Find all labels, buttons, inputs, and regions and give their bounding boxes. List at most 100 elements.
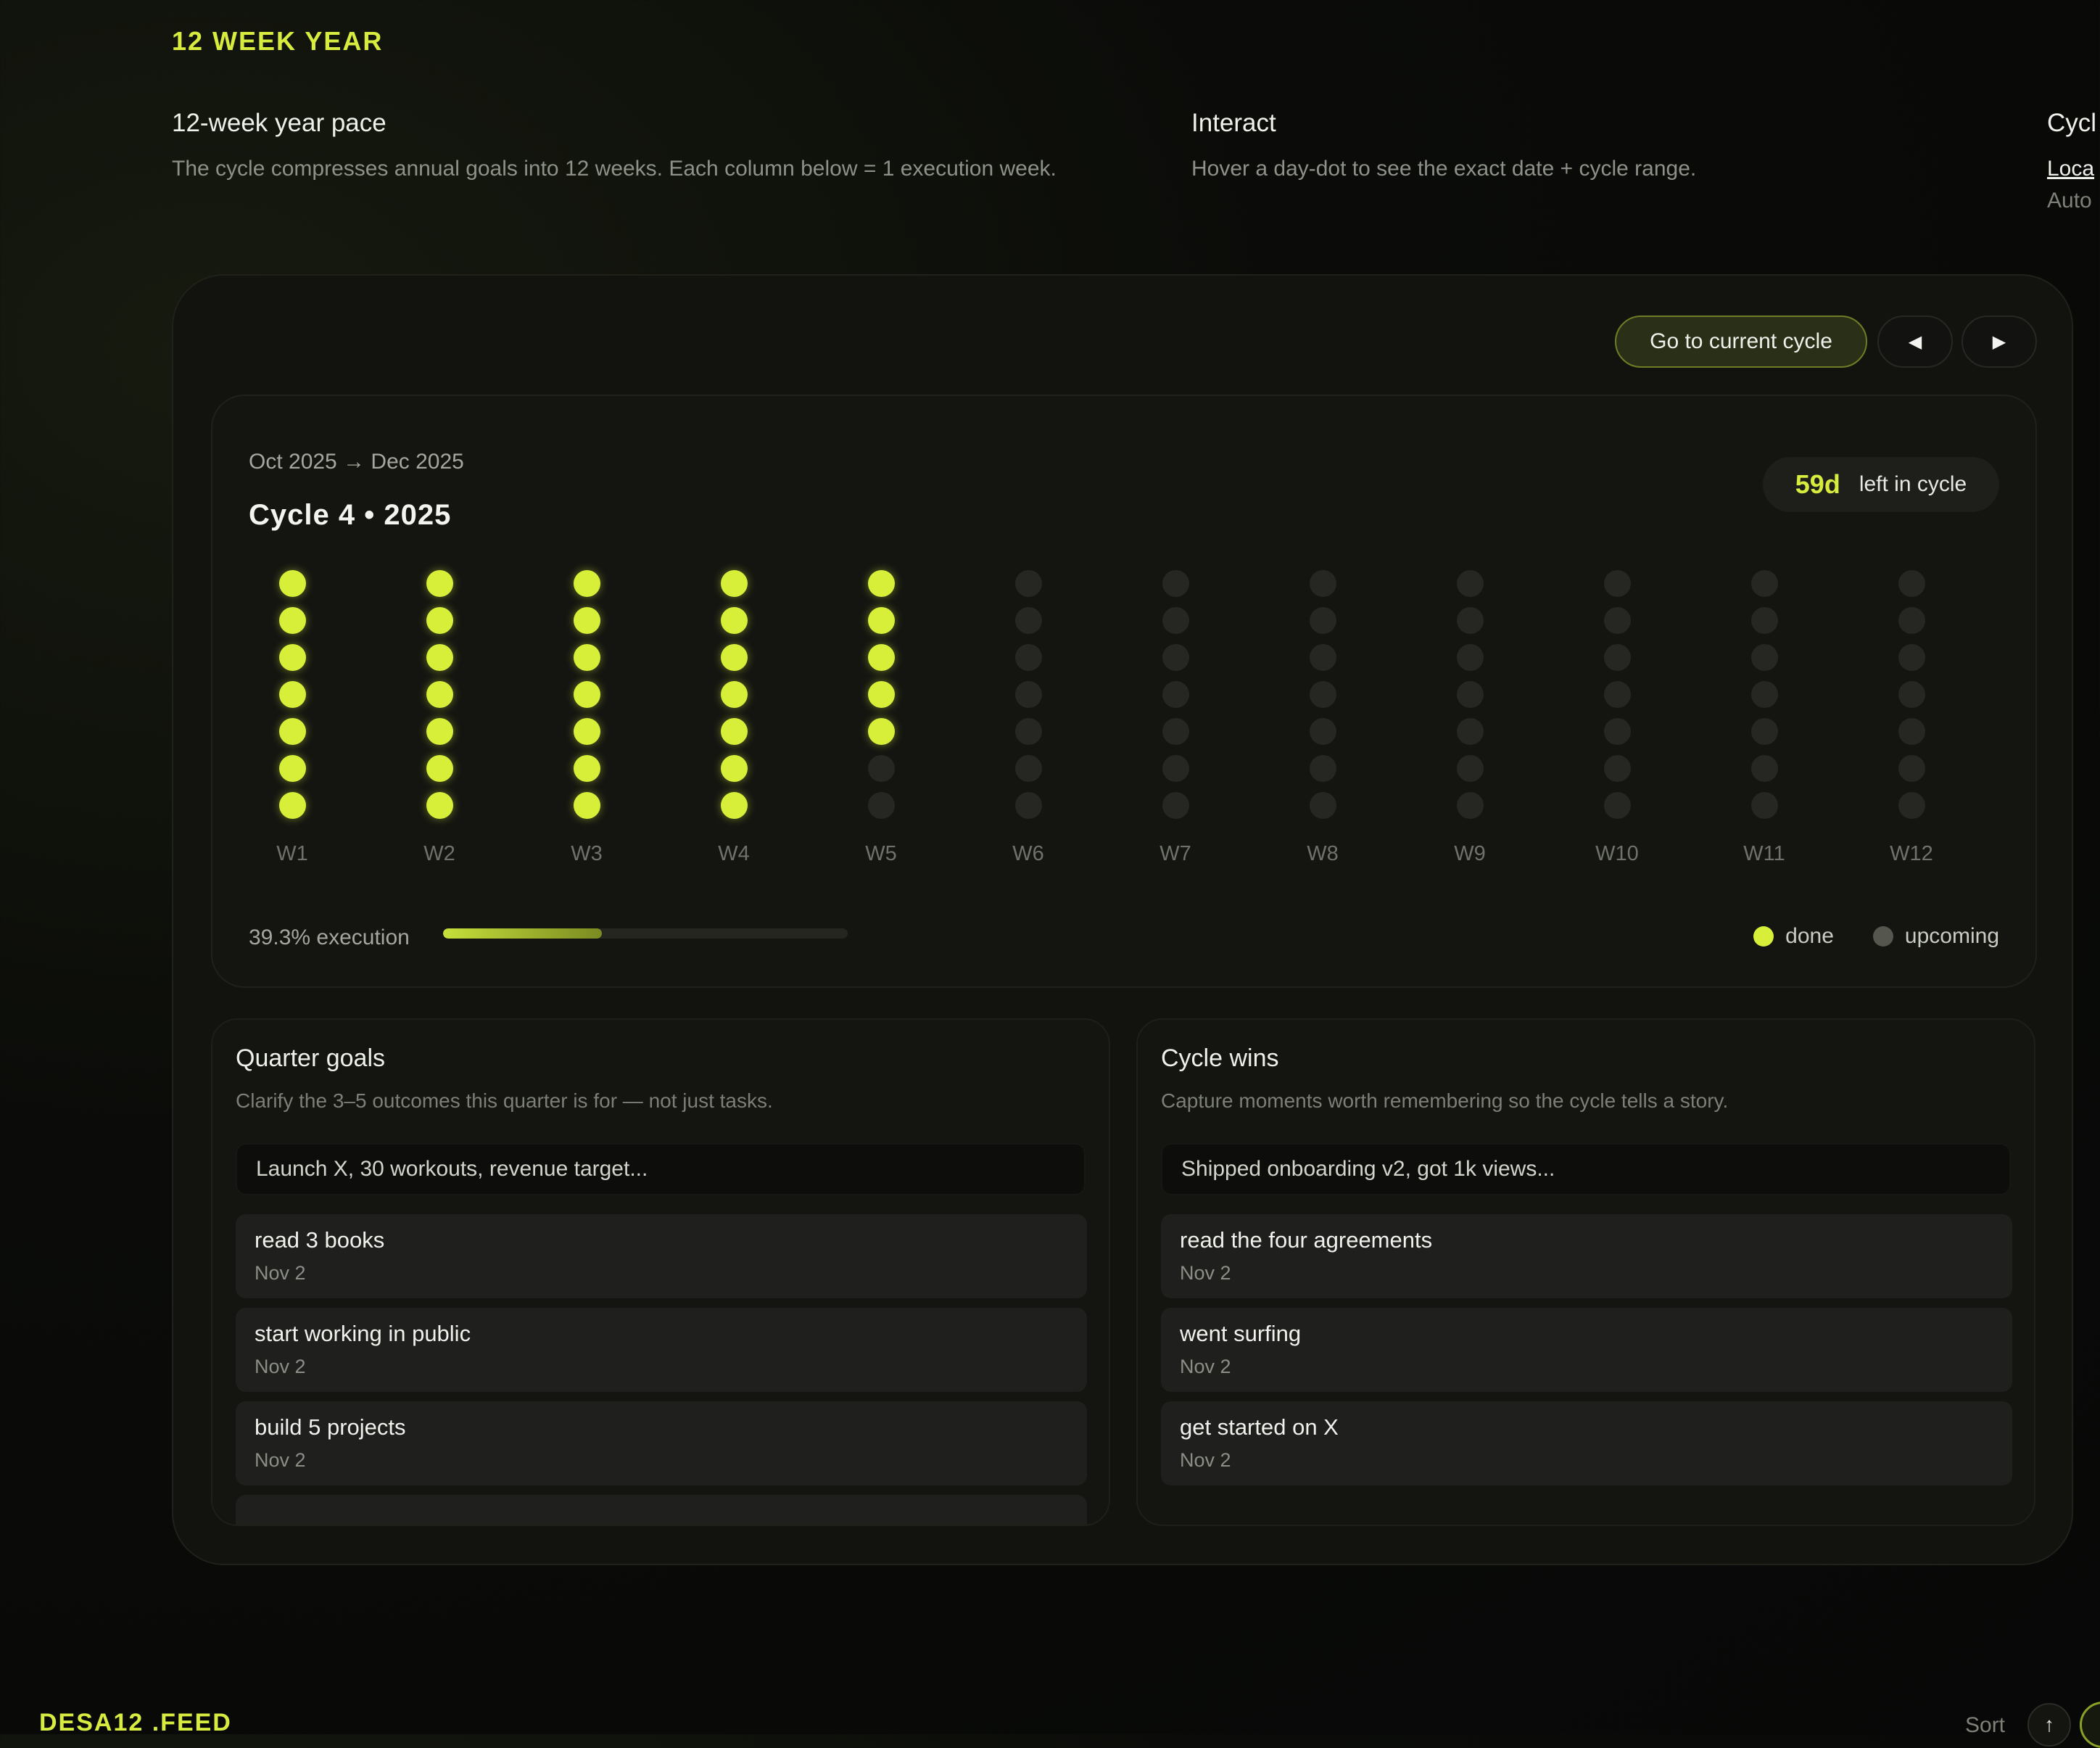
day-dot-upcoming[interactable] [1750, 681, 1778, 708]
day-dot-upcoming[interactable] [1456, 570, 1484, 597]
day-dot-upcoming[interactable] [867, 792, 895, 819]
day-dot-done[interactable] [720, 718, 748, 745]
day-dot-upcoming[interactable] [1898, 570, 1925, 597]
day-dot-done[interactable] [426, 607, 453, 634]
day-dot-upcoming[interactable] [1014, 607, 1042, 634]
day-dot-done[interactable] [720, 792, 748, 819]
go-to-current-cycle-button[interactable]: Go to current cycle [1615, 316, 1867, 368]
day-dot-done[interactable] [426, 570, 453, 597]
day-dot-done[interactable] [720, 644, 748, 671]
next-cycle-button[interactable]: ▶ [1961, 316, 2037, 368]
day-dot-done[interactable] [720, 607, 748, 634]
day-dot-upcoming[interactable] [1603, 644, 1631, 671]
day-dot-upcoming[interactable] [1309, 755, 1336, 782]
day-dot-done[interactable] [720, 755, 748, 782]
day-dot-done[interactable] [573, 681, 600, 708]
win-item[interactable]: went surfing Nov 2 [1161, 1308, 2012, 1392]
day-dot-done[interactable] [426, 644, 453, 671]
day-dot-done[interactable] [573, 755, 600, 782]
win-item[interactable]: read the four agreements Nov 2 [1161, 1214, 2012, 1298]
day-dot-done[interactable] [278, 755, 306, 782]
day-dot-upcoming[interactable] [1456, 792, 1484, 819]
day-dot-upcoming[interactable] [1898, 644, 1925, 671]
day-dot-upcoming[interactable] [1309, 570, 1336, 597]
previous-cycle-button[interactable]: ◀ [1877, 316, 1953, 368]
day-dot-upcoming[interactable] [1603, 681, 1631, 708]
day-dot-upcoming[interactable] [1014, 681, 1042, 708]
day-dot-done[interactable] [278, 718, 306, 745]
day-dot-upcoming[interactable] [1014, 570, 1042, 597]
day-dot-done[interactable] [426, 792, 453, 819]
goal-item[interactable]: build 5 projects Nov 2 [236, 1401, 1087, 1485]
day-dot-upcoming[interactable] [1750, 570, 1778, 597]
goal-item[interactable]: start working in public Nov 2 [236, 1308, 1087, 1392]
day-dot-upcoming[interactable] [1162, 607, 1189, 634]
day-dot-upcoming[interactable] [1162, 681, 1189, 708]
day-dot-done[interactable] [278, 792, 306, 819]
day-dot-upcoming[interactable] [1309, 644, 1336, 671]
day-dot-done[interactable] [573, 570, 600, 597]
day-dot-done[interactable] [573, 644, 600, 671]
day-dot-done[interactable] [720, 681, 748, 708]
day-dot-upcoming[interactable] [1309, 718, 1336, 745]
day-dot-done[interactable] [720, 570, 748, 597]
day-dot-done[interactable] [426, 718, 453, 745]
day-dot-upcoming[interactable] [1750, 755, 1778, 782]
day-dot-done[interactable] [573, 792, 600, 819]
day-dot-done[interactable] [426, 755, 453, 782]
day-dot-upcoming[interactable] [1014, 792, 1042, 819]
day-dot-upcoming[interactable] [1309, 607, 1336, 634]
day-dot-upcoming[interactable] [1898, 681, 1925, 708]
day-dot-done[interactable] [867, 681, 895, 708]
day-dot-upcoming[interactable] [1162, 755, 1189, 782]
day-dot-upcoming[interactable] [1603, 755, 1631, 782]
day-dot-upcoming[interactable] [1456, 644, 1484, 671]
day-dot-upcoming[interactable] [1603, 607, 1631, 634]
win-item[interactable]: get started on X Nov 2 [1161, 1401, 2012, 1485]
day-dot-upcoming[interactable] [1309, 792, 1336, 819]
week-label: W9 [1454, 842, 1486, 865]
day-dot-upcoming[interactable] [1014, 755, 1042, 782]
day-dot-upcoming[interactable] [1603, 792, 1631, 819]
sort-button[interactable]: ↑ [2027, 1703, 2071, 1747]
day-dot-done[interactable] [278, 607, 306, 634]
day-dot-upcoming[interactable] [1603, 570, 1631, 597]
day-dot-upcoming[interactable] [1014, 718, 1042, 745]
day-dot-upcoming[interactable] [1456, 755, 1484, 782]
day-dot-upcoming[interactable] [1898, 792, 1925, 819]
goal-item-partial[interactable] [236, 1495, 1087, 1525]
day-dot-upcoming[interactable] [1309, 681, 1336, 708]
day-dot-upcoming[interactable] [1162, 718, 1189, 745]
cycle-win-input[interactable] [1161, 1143, 2011, 1195]
quarter-goal-input[interactable] [236, 1143, 1086, 1195]
day-dot-upcoming[interactable] [1750, 792, 1778, 819]
info-cycle-link[interactable]: Loca [2047, 157, 2096, 181]
day-dot-upcoming[interactable] [867, 755, 895, 782]
day-dot-done[interactable] [426, 681, 453, 708]
day-dot-upcoming[interactable] [1898, 607, 1925, 634]
day-dot-upcoming[interactable] [1750, 718, 1778, 745]
day-dot-upcoming[interactable] [1898, 718, 1925, 745]
day-dot-done[interactable] [278, 644, 306, 671]
day-dot-upcoming[interactable] [1750, 607, 1778, 634]
day-dot-upcoming[interactable] [1456, 681, 1484, 708]
accent-action-button[interactable] [2080, 1702, 2100, 1748]
day-dot-done[interactable] [278, 681, 306, 708]
day-dot-upcoming[interactable] [1014, 644, 1042, 671]
day-dot-upcoming[interactable] [1456, 607, 1484, 634]
day-dot-done[interactable] [867, 570, 895, 597]
day-dot-upcoming[interactable] [1162, 644, 1189, 671]
day-dot-upcoming[interactable] [1750, 644, 1778, 671]
goal-item[interactable]: read 3 books Nov 2 [236, 1214, 1087, 1298]
day-dot-done[interactable] [867, 644, 895, 671]
day-dot-done[interactable] [573, 718, 600, 745]
day-dot-done[interactable] [867, 718, 895, 745]
day-dot-done[interactable] [867, 607, 895, 634]
day-dot-upcoming[interactable] [1898, 755, 1925, 782]
day-dot-upcoming[interactable] [1162, 570, 1189, 597]
day-dot-upcoming[interactable] [1162, 792, 1189, 819]
day-dot-upcoming[interactable] [1456, 718, 1484, 745]
day-dot-done[interactable] [573, 607, 600, 634]
day-dot-done[interactable] [278, 570, 306, 597]
day-dot-upcoming[interactable] [1603, 718, 1631, 745]
